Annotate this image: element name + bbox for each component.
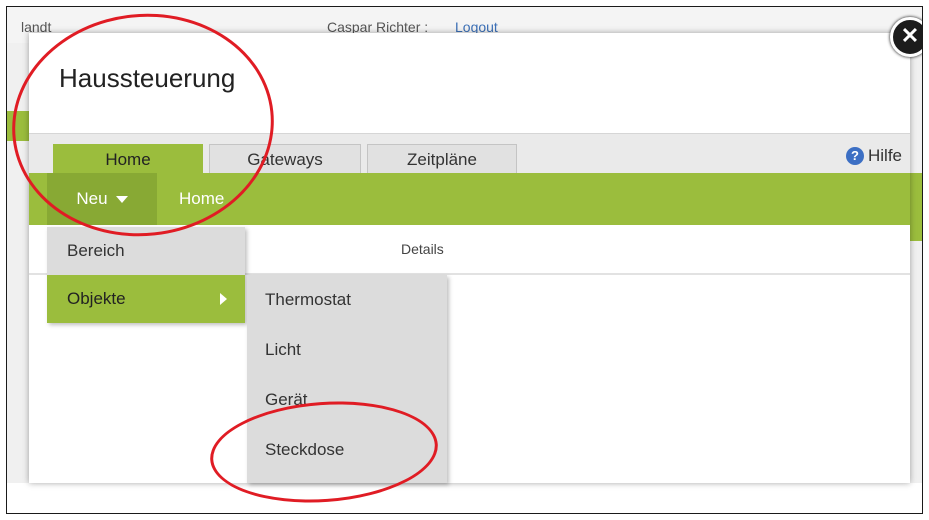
background-right-edge	[908, 43, 922, 488]
tab-bar: Home Gateways Zeitpläne ? Hilfe	[29, 133, 910, 174]
chevron-right-icon	[220, 293, 227, 305]
details-column-header: Details	[401, 241, 444, 257]
dialog-title: Haussteuerung	[59, 63, 236, 93]
tab-gateways[interactable]: Gateways	[209, 144, 361, 174]
menu-item-bereich[interactable]: Bereich	[47, 227, 245, 275]
background-green-band	[908, 173, 922, 241]
close-icon[interactable]: ✕	[890, 17, 922, 57]
submenu-item-licht[interactable]: Licht	[247, 325, 447, 375]
tab-home[interactable]: Home	[53, 144, 203, 174]
help-label: Hilfe	[867, 146, 902, 165]
background-left-edge	[7, 43, 29, 488]
background-green-band	[7, 111, 29, 141]
background-bottom	[7, 483, 922, 513]
breadcrumb-home[interactable]: Home	[179, 189, 224, 209]
toolbar: Neu Home	[29, 173, 910, 225]
new-dropdown-menu: Bereich Objekte	[47, 227, 245, 323]
caret-down-icon	[115, 195, 128, 203]
submenu-item-steckdose[interactable]: Steckdose	[247, 425, 447, 475]
screenshot-frame: landt Caspar Richter : Logout ✕ Haussteu…	[6, 6, 923, 514]
submenu-item-thermostat[interactable]: Thermostat	[247, 275, 447, 325]
objekte-submenu: Thermostat Licht Gerät Steckdose	[247, 275, 447, 483]
submenu-item-geraet[interactable]: Gerät	[247, 375, 447, 425]
haussteuerung-dialog: ✕ Haussteuerung Home Gateways Zeitpläne …	[29, 17, 922, 483]
new-button[interactable]: Neu	[47, 173, 157, 225]
help-link[interactable]: ? Hilfe	[845, 146, 902, 166]
menu-item-label: Objekte	[67, 289, 126, 308]
new-button-label: Neu	[76, 189, 108, 208]
help-icon: ?	[845, 147, 864, 165]
menu-item-objekte[interactable]: Objekte	[47, 275, 245, 323]
tab-zeitplaene[interactable]: Zeitpläne	[367, 144, 517, 174]
